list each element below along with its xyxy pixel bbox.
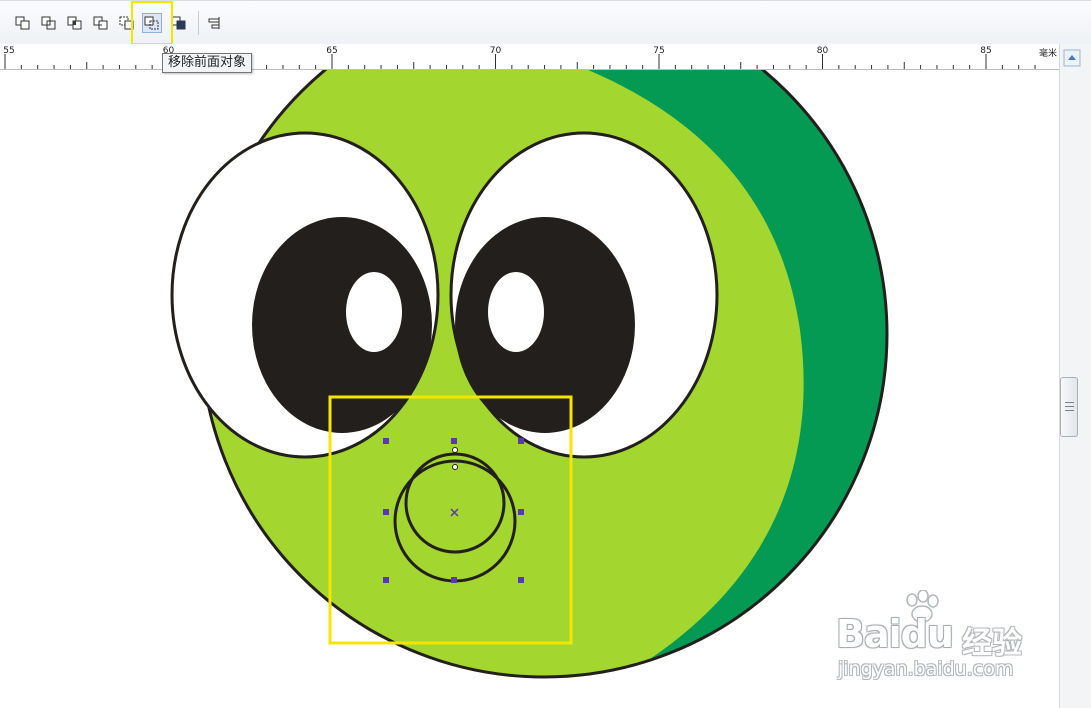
right-eye-highlight (488, 272, 544, 352)
trim-icon (41, 16, 56, 30)
right-eye-pupil (455, 217, 635, 433)
vertical-scrollbar[interactable] (1059, 44, 1091, 708)
ruler-tick-label: 70 (489, 46, 502, 56)
drawing-canvas[interactable] (0, 70, 1059, 708)
trim-button[interactable] (39, 13, 59, 33)
ruler-tick-label: 55 (3, 46, 15, 56)
ruler-tick-label: 75 (653, 46, 665, 56)
align-icon (208, 17, 220, 29)
left-eye-highlight (346, 272, 402, 352)
simplify-button[interactable] (91, 13, 111, 33)
intersect-button[interactable] (65, 13, 85, 33)
intersect-icon (67, 16, 82, 30)
back-minus-front-icon (144, 16, 159, 30)
boundary-icon (171, 16, 186, 30)
front-minus-back-icon (119, 16, 134, 30)
node-point[interactable] (452, 464, 458, 470)
toolbar-separator (198, 11, 199, 35)
weld-icon (15, 16, 30, 30)
cartoon-drawing (170, 70, 889, 679)
create-boundary-button[interactable] (169, 13, 189, 33)
node-point[interactable] (452, 447, 458, 453)
ruler-unit-label: 毫米 (1038, 49, 1057, 59)
horizontal-ruler[interactable]: 556065707580859095100105110115 毫米 (0, 44, 1059, 70)
ruler-tick-label: 65 (326, 46, 338, 56)
scroll-up-icon[interactable] (1062, 48, 1082, 68)
tooltip: 移除前面对象 (162, 53, 253, 73)
back-minus-front-button[interactable] (142, 13, 162, 33)
ruler-tick-label: 85 (980, 46, 992, 56)
weld-button[interactable] (13, 13, 33, 33)
simplify-icon (93, 16, 108, 30)
align-distribute-button[interactable] (204, 13, 224, 33)
left-eye-pupil (252, 217, 432, 433)
ruler-tick-label: 80 (816, 46, 829, 56)
scrollbar-thumb[interactable] (1060, 377, 1078, 437)
property-toolbar (0, 0, 1091, 45)
front-minus-back-button[interactable] (117, 13, 137, 33)
ruler-ticks (4, 54, 1036, 69)
